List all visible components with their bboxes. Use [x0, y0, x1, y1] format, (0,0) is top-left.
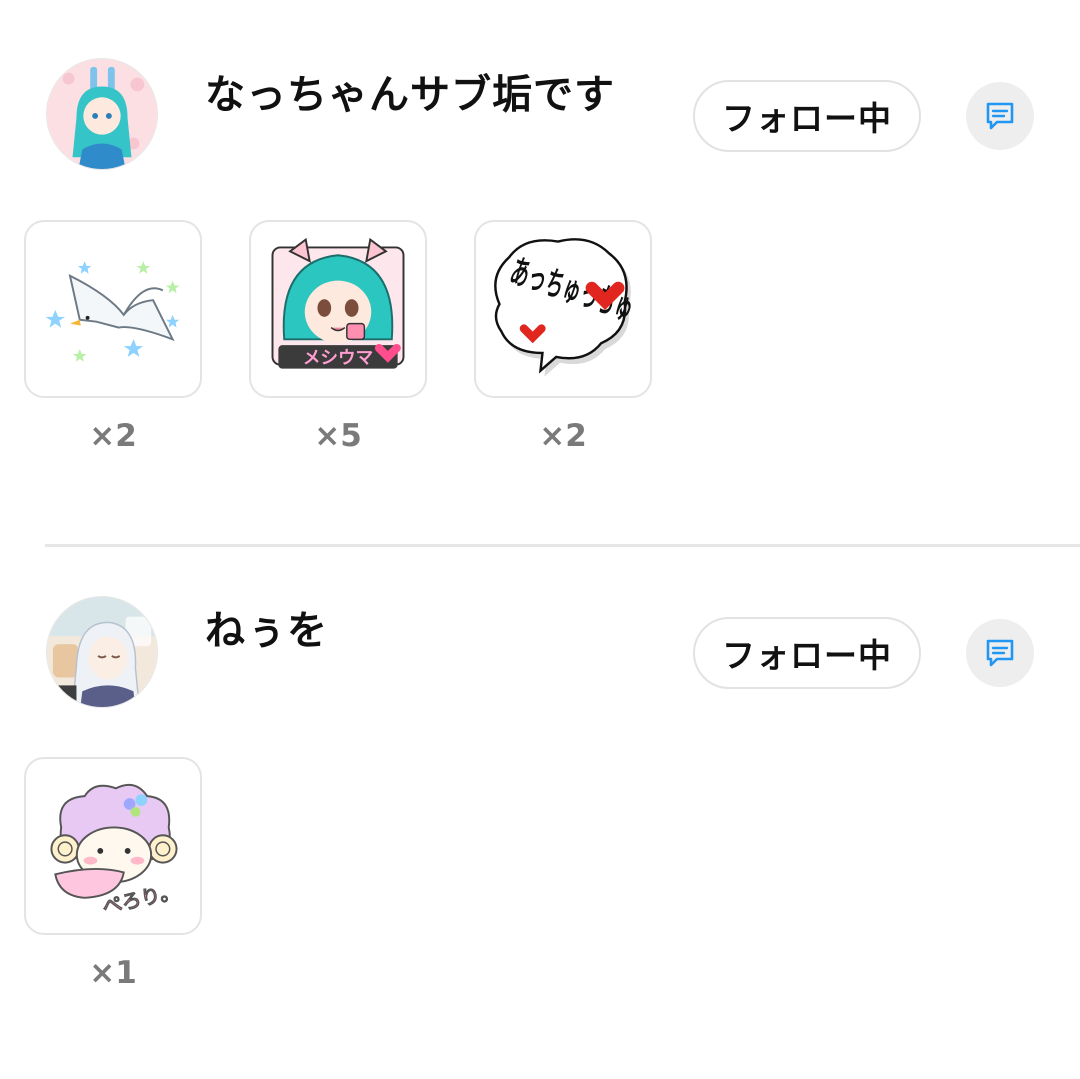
sticker-count: ×1 [89, 955, 137, 991]
username[interactable]: なっちゃんサブ垢です [205, 62, 615, 120]
avatar[interactable] [46, 596, 158, 708]
avatar[interactable] [46, 58, 158, 170]
chat-bubble-icon [986, 639, 1014, 667]
chat-bubble-icon [986, 102, 1014, 130]
sticker-acchuchu[interactable]: あっちゅっちゅ [474, 220, 652, 398]
message-button[interactable] [966, 82, 1034, 150]
following-button[interactable]: フォロー中 [693, 617, 921, 689]
following-button[interactable]: フォロー中 [693, 80, 921, 152]
message-button[interactable] [966, 619, 1034, 687]
sticker-sheep[interactable]: ぺろり。 [24, 757, 202, 935]
sticker-caption: メシウマ [303, 349, 373, 369]
sticker-count: ×2 [539, 418, 587, 454]
sticker-seagull[interactable] [24, 220, 202, 398]
sticker-count: ×2 [89, 418, 137, 454]
sticker-count: ×5 [314, 418, 362, 454]
sticker-teal-girl[interactable]: メシウマ [249, 220, 427, 398]
divider [45, 544, 1080, 547]
username[interactable]: ねぅを [205, 598, 328, 656]
